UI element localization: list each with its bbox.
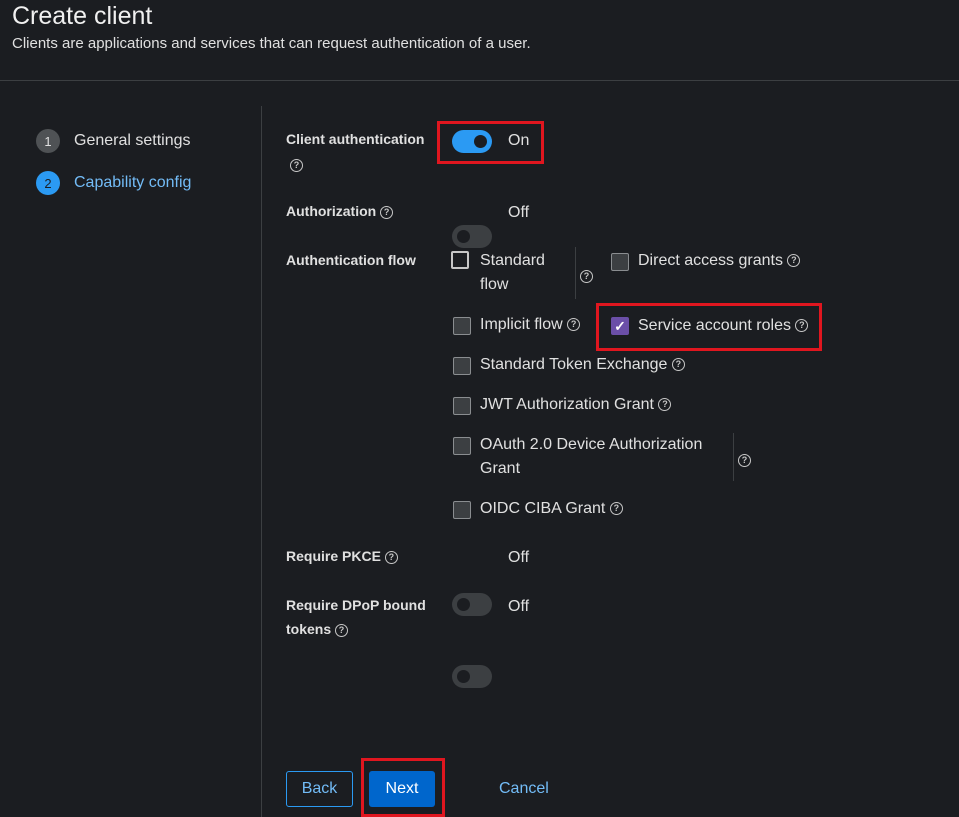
- oidc-ciba-grant-label-text: OIDC CIBA Grant: [480, 500, 606, 517]
- step-label: Capability config: [74, 174, 192, 191]
- direct-access-grants-checkbox[interactable]: [611, 253, 629, 271]
- question-circle-icon: ?: [290, 159, 303, 173]
- question-circle-icon[interactable]: ?: [609, 502, 623, 516]
- next-button[interactable]: Next: [369, 771, 435, 807]
- client-authentication-state: On: [508, 132, 530, 149]
- wizard-step-general-settings[interactable]: 1 General settings: [36, 129, 191, 153]
- oauth-device-grant-label-line1: OAuth 2.0 Device Authorization: [480, 436, 703, 453]
- oauth-device-grant-label: OAuth 2.0 Device Authorization Grant: [480, 433, 702, 481]
- question-circle-icon[interactable]: ?: [567, 318, 581, 332]
- authorization-label: Authorization ?: [286, 199, 394, 223]
- direct-access-grants-label-text: Direct access grants: [638, 252, 783, 269]
- oauth-device-grant-label-line2: Grant: [480, 460, 521, 477]
- question-circle-icon: ?: [580, 270, 593, 284]
- authorization-label-text: Authorization: [286, 203, 377, 219]
- service-account-roles-checkbox[interactable]: ✓: [611, 317, 629, 335]
- implicit-flow-checkbox[interactable]: [453, 317, 471, 335]
- oauth-device-grant-checkbox[interactable]: [453, 437, 471, 455]
- page-description: Clients are applications and services th…: [12, 35, 531, 52]
- client-authentication-label: Client authentication: [286, 131, 425, 147]
- question-circle-icon: ?: [738, 454, 751, 468]
- require-dpop-label-line1: Require DPoP bound: [286, 597, 426, 613]
- question-circle-icon[interactable]: ?: [671, 358, 685, 372]
- question-circle-icon[interactable]: ?: [658, 398, 672, 412]
- require-dpop-label: Require DPoP bound tokens ?: [286, 593, 426, 641]
- page-title: Create client: [12, 2, 153, 30]
- toggle-knob: [457, 670, 470, 683]
- require-pkce-state: Off: [508, 549, 530, 566]
- implicit-flow-label: Implicit flow ?: [480, 313, 581, 337]
- client-authentication-help-icon[interactable]: ?: [290, 157, 303, 175]
- option-separator: [575, 247, 576, 299]
- require-pkce-label: Require PKCE ?: [286, 544, 398, 568]
- option-separator: [733, 433, 734, 481]
- question-circle-icon[interactable]: ?: [795, 319, 809, 333]
- authorization-toggle[interactable]: [452, 225, 492, 248]
- step-number-badge: 1: [36, 129, 60, 153]
- standard-flow-checkbox[interactable]: [451, 251, 469, 269]
- standard-flow-label-line2: flow: [480, 276, 509, 293]
- standard-token-exchange-label: Standard Token Exchange ?: [480, 353, 685, 377]
- nav-divider: [261, 106, 262, 817]
- require-dpop-label-line2-text: tokens: [286, 621, 332, 637]
- authorization-state: Off: [508, 204, 530, 221]
- standard-token-exchange-label-text: Standard Token Exchange: [480, 356, 668, 373]
- toggle-knob: [457, 598, 470, 611]
- require-pkce-toggle[interactable]: [452, 593, 492, 616]
- checkmark-icon: ✓: [614, 318, 626, 334]
- client-authentication-toggle[interactable]: [452, 130, 492, 153]
- require-dpop-state: Off: [508, 598, 530, 615]
- service-account-roles-label: Service account roles ?: [638, 314, 809, 338]
- step-number-badge: 2: [36, 171, 60, 195]
- cancel-button[interactable]: Cancel: [499, 771, 549, 807]
- question-circle-icon[interactable]: ?: [380, 205, 394, 219]
- toggle-knob: [457, 230, 470, 243]
- toggle-knob: [474, 135, 487, 148]
- question-circle-icon[interactable]: ?: [787, 254, 801, 268]
- header-divider: [0, 80, 959, 81]
- service-account-roles-label-text: Service account roles: [638, 317, 791, 334]
- oidc-ciba-grant-label: OIDC CIBA Grant ?: [480, 497, 623, 521]
- question-circle-icon[interactable]: ?: [335, 623, 349, 637]
- direct-access-grants-label: Direct access grants ?: [638, 249, 801, 273]
- authentication-flow-label: Authentication flow: [286, 252, 416, 268]
- require-dpop-label-line2: tokens ?: [286, 617, 426, 641]
- jwt-authorization-grant-label: JWT Authorization Grant ?: [480, 393, 672, 417]
- jwt-authorization-grant-label-text: JWT Authorization Grant: [480, 396, 654, 413]
- standard-flow-label-line1: Standard: [480, 252, 545, 269]
- require-dpop-toggle[interactable]: [452, 665, 492, 688]
- wizard-step-capability-config[interactable]: 2 Capability config: [36, 171, 191, 195]
- standard-flow-label: Standard flow: [480, 249, 545, 297]
- require-pkce-label-text: Require PKCE: [286, 548, 381, 564]
- step-label: General settings: [74, 132, 191, 149]
- standard-flow-help-icon[interactable]: ?: [580, 268, 593, 286]
- question-circle-icon[interactable]: ?: [384, 550, 398, 564]
- standard-token-exchange-checkbox[interactable]: [453, 357, 471, 375]
- oidc-ciba-grant-checkbox[interactable]: [453, 501, 471, 519]
- back-button[interactable]: Back: [286, 771, 353, 807]
- oauth-device-grant-help-icon[interactable]: ?: [738, 452, 751, 470]
- jwt-authorization-grant-checkbox[interactable]: [453, 397, 471, 415]
- implicit-flow-label-text: Implicit flow: [480, 316, 563, 333]
